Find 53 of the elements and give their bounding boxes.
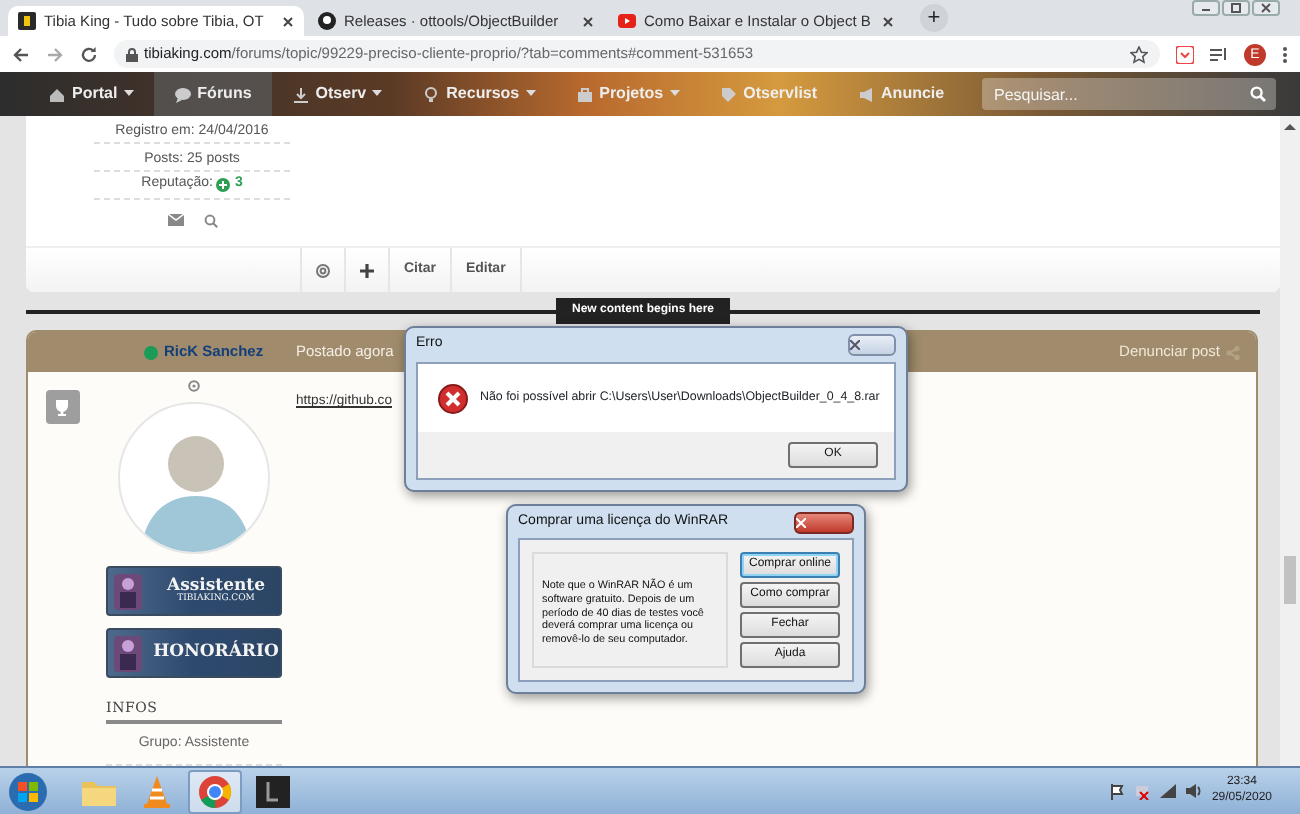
nav-item[interactable]: Otserv bbox=[271, 72, 403, 116]
close-icon[interactable] bbox=[582, 15, 594, 27]
close-icon[interactable] bbox=[282, 15, 294, 27]
reload-icon[interactable] bbox=[80, 45, 98, 63]
nav-item[interactable]: Recursos bbox=[402, 72, 556, 116]
close-icon[interactable] bbox=[882, 15, 894, 27]
close-icon bbox=[850, 340, 860, 350]
plus-circle-icon bbox=[216, 178, 231, 192]
megaphone-icon bbox=[857, 85, 876, 103]
playlist-icon[interactable] bbox=[1210, 45, 1228, 63]
close-icon[interactable] bbox=[1252, 0, 1280, 16]
site-icon bbox=[18, 12, 36, 30]
caret-icon bbox=[525, 90, 536, 98]
restore-icon[interactable] bbox=[1222, 0, 1250, 16]
scrollbar[interactable] bbox=[1280, 116, 1300, 766]
figure-icon bbox=[112, 633, 144, 673]
start-icon[interactable] bbox=[8, 771, 48, 811]
pocket-icon[interactable] bbox=[1176, 45, 1194, 63]
chat-icon bbox=[173, 85, 192, 103]
caret-icon bbox=[123, 90, 134, 98]
new-tab-button[interactable]: + bbox=[920, 4, 948, 32]
traffic-cone-icon bbox=[138, 773, 176, 809]
more-icon[interactable] bbox=[1282, 45, 1288, 63]
lightbulb-icon bbox=[422, 85, 441, 103]
search-icon[interactable] bbox=[203, 214, 217, 228]
close-button[interactable] bbox=[794, 511, 854, 533]
close-button[interactable] bbox=[848, 334, 896, 356]
briefcase-icon bbox=[575, 85, 594, 103]
browser-icon bbox=[196, 773, 234, 809]
caret-icon bbox=[669, 90, 680, 98]
back-icon[interactable] bbox=[12, 45, 30, 63]
plus-icon bbox=[360, 264, 374, 278]
star-icon[interactable] bbox=[1130, 45, 1148, 63]
envelope-icon[interactable] bbox=[167, 214, 183, 226]
figure-icon bbox=[112, 571, 144, 611]
signal-icon[interactable] bbox=[1159, 784, 1176, 798]
video-icon bbox=[618, 12, 636, 30]
nav-item[interactable]: Fóruns bbox=[153, 72, 272, 116]
lock-icon bbox=[126, 47, 138, 61]
volume-icon[interactable] bbox=[1185, 784, 1202, 798]
tag-icon bbox=[719, 85, 738, 103]
trophy-icon bbox=[45, 390, 79, 424]
badge-title: HONORÁRIO bbox=[152, 644, 280, 662]
caret-icon bbox=[372, 90, 383, 98]
scroll-up-icon[interactable] bbox=[1284, 122, 1296, 130]
scrollbar-thumb[interactable] bbox=[1284, 556, 1296, 604]
minimize-icon[interactable] bbox=[1192, 0, 1220, 16]
home-icon bbox=[48, 85, 66, 103]
download-icon bbox=[291, 85, 310, 103]
error-icon bbox=[438, 383, 468, 413]
close-icon bbox=[796, 517, 806, 527]
flag-icon[interactable] bbox=[1109, 783, 1124, 799]
nav-item[interactable]: Portal bbox=[28, 72, 154, 116]
